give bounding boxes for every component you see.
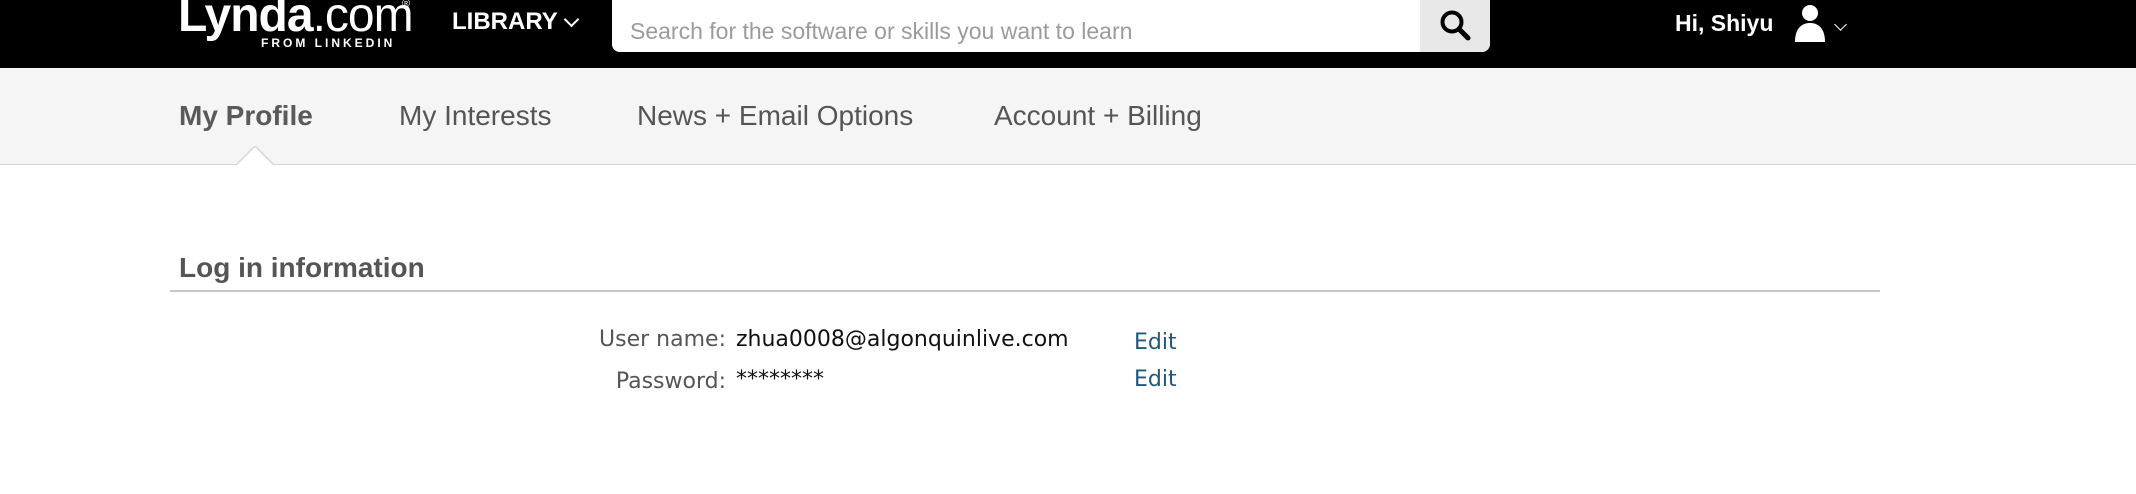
logo-wordmark: Lynda.com xyxy=(178,0,414,40)
edit-username-link[interactable]: Edit xyxy=(1134,330,1177,355)
edit-password-link[interactable]: Edit xyxy=(1134,367,1177,392)
username-row: User name: zhua0008@algonquinlive.com Ed… xyxy=(0,327,2136,363)
logo-tagline: FROM LINKEDIN xyxy=(261,36,396,50)
tab-news-email-options[interactable]: News + Email Options xyxy=(637,100,913,132)
library-label: LIBRARY xyxy=(452,8,558,35)
user-icon xyxy=(1795,5,1825,42)
username-value: zhua0008@algonquinlive.com xyxy=(736,327,1069,352)
search-icon xyxy=(1440,10,1471,41)
tab-account-billing[interactable]: Account + Billing xyxy=(994,100,1202,132)
username-label: User name: xyxy=(599,327,726,352)
password-label: Password: xyxy=(615,369,726,394)
password-value: ******** xyxy=(736,367,824,392)
chevron-down-icon xyxy=(563,11,580,27)
user-greeting: Hi, Shiyu xyxy=(1675,10,1774,36)
password-row: Password: ******** Edit xyxy=(0,367,2136,403)
search-input[interactable] xyxy=(612,0,1420,52)
user-menu-button[interactable] xyxy=(1792,4,1850,46)
profile-tab-bar: My Profile My Interests News + Email Opt… xyxy=(0,68,2136,165)
library-menu-button[interactable]: LIBRARY xyxy=(452,8,580,36)
chevron-down-icon xyxy=(1834,18,1847,31)
section-divider xyxy=(170,290,1880,292)
top-header: Lynda.com ® FROM LINKEDIN LIBRARY Hi, Sh… xyxy=(0,0,2136,68)
lynda-logo[interactable]: Lynda.com ® FROM LINKEDIN xyxy=(178,0,414,50)
search-button[interactable] xyxy=(1420,0,1490,52)
active-tab-indicator xyxy=(236,146,274,166)
logo-registered-mark: ® xyxy=(402,0,411,10)
section-title: Log in information xyxy=(179,252,425,283)
tab-my-interests[interactable]: My Interests xyxy=(399,100,551,132)
tab-my-profile[interactable]: My Profile xyxy=(179,100,313,132)
search-bar xyxy=(612,0,1490,52)
